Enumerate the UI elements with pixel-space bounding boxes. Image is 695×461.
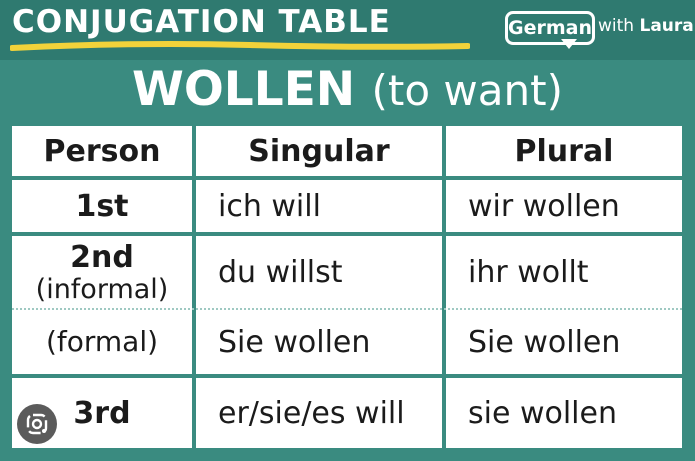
header-title: CONJUGATION TABLE xyxy=(12,4,391,40)
header-singular: Singular xyxy=(248,133,390,169)
header-bar: CONJUGATION TABLE German with Laura xyxy=(0,0,695,60)
row-formal-plural: Sie wollen xyxy=(468,324,621,360)
verb-heading: WOLLEN (to want) xyxy=(0,62,695,117)
row-2nd-sublabel: (informal) xyxy=(35,273,169,305)
brand-name-text: Laura xyxy=(639,16,694,36)
conjugation-card: CONJUGATION TABLE German with Laura WOLL… xyxy=(0,0,695,461)
row-3rd-plural: sie wollen xyxy=(468,395,617,431)
brand-logo: German with Laura xyxy=(505,11,694,49)
row-3rd-singular: er/sie/es will xyxy=(218,395,405,431)
verb-meaning: (to want) xyxy=(371,66,563,115)
row-formal-person: (formal) xyxy=(12,310,192,374)
brand-speech-bubble: German xyxy=(505,11,595,45)
highlight-underline xyxy=(10,41,470,51)
row-2nd-person: 2nd (informal) xyxy=(12,236,192,308)
header-person: Person xyxy=(43,133,161,169)
row-2nd-plural: ihr wollt xyxy=(468,254,589,290)
row-1st-plural: wir wollen xyxy=(468,188,620,224)
row-formal-sublabel: (formal) xyxy=(45,325,159,358)
column-divider xyxy=(442,126,446,448)
row-2nd-singular: du willst xyxy=(218,254,343,290)
row-divider xyxy=(12,374,682,378)
row-divider xyxy=(12,232,682,236)
row-1st-singular: ich will xyxy=(218,188,321,224)
row-divider xyxy=(12,176,682,180)
header-plural: Plural xyxy=(514,133,614,169)
row-2nd-label: 2nd xyxy=(70,239,134,275)
brand-with-text: with xyxy=(598,16,635,36)
row-1st-person: 1st xyxy=(75,188,129,224)
column-divider xyxy=(192,126,196,448)
row-dotted-divider xyxy=(12,308,682,310)
verb-word: WOLLEN xyxy=(132,62,356,117)
brand-tagline: with Laura xyxy=(598,16,694,36)
row-formal-singular: Sie wollen xyxy=(218,324,371,360)
speech-tail-icon xyxy=(561,39,577,49)
lens-glyph-icon xyxy=(26,413,48,435)
conjugation-table: Person Singular Plural 1st ich will wir … xyxy=(12,126,682,448)
google-lens-icon[interactable] xyxy=(17,404,57,444)
